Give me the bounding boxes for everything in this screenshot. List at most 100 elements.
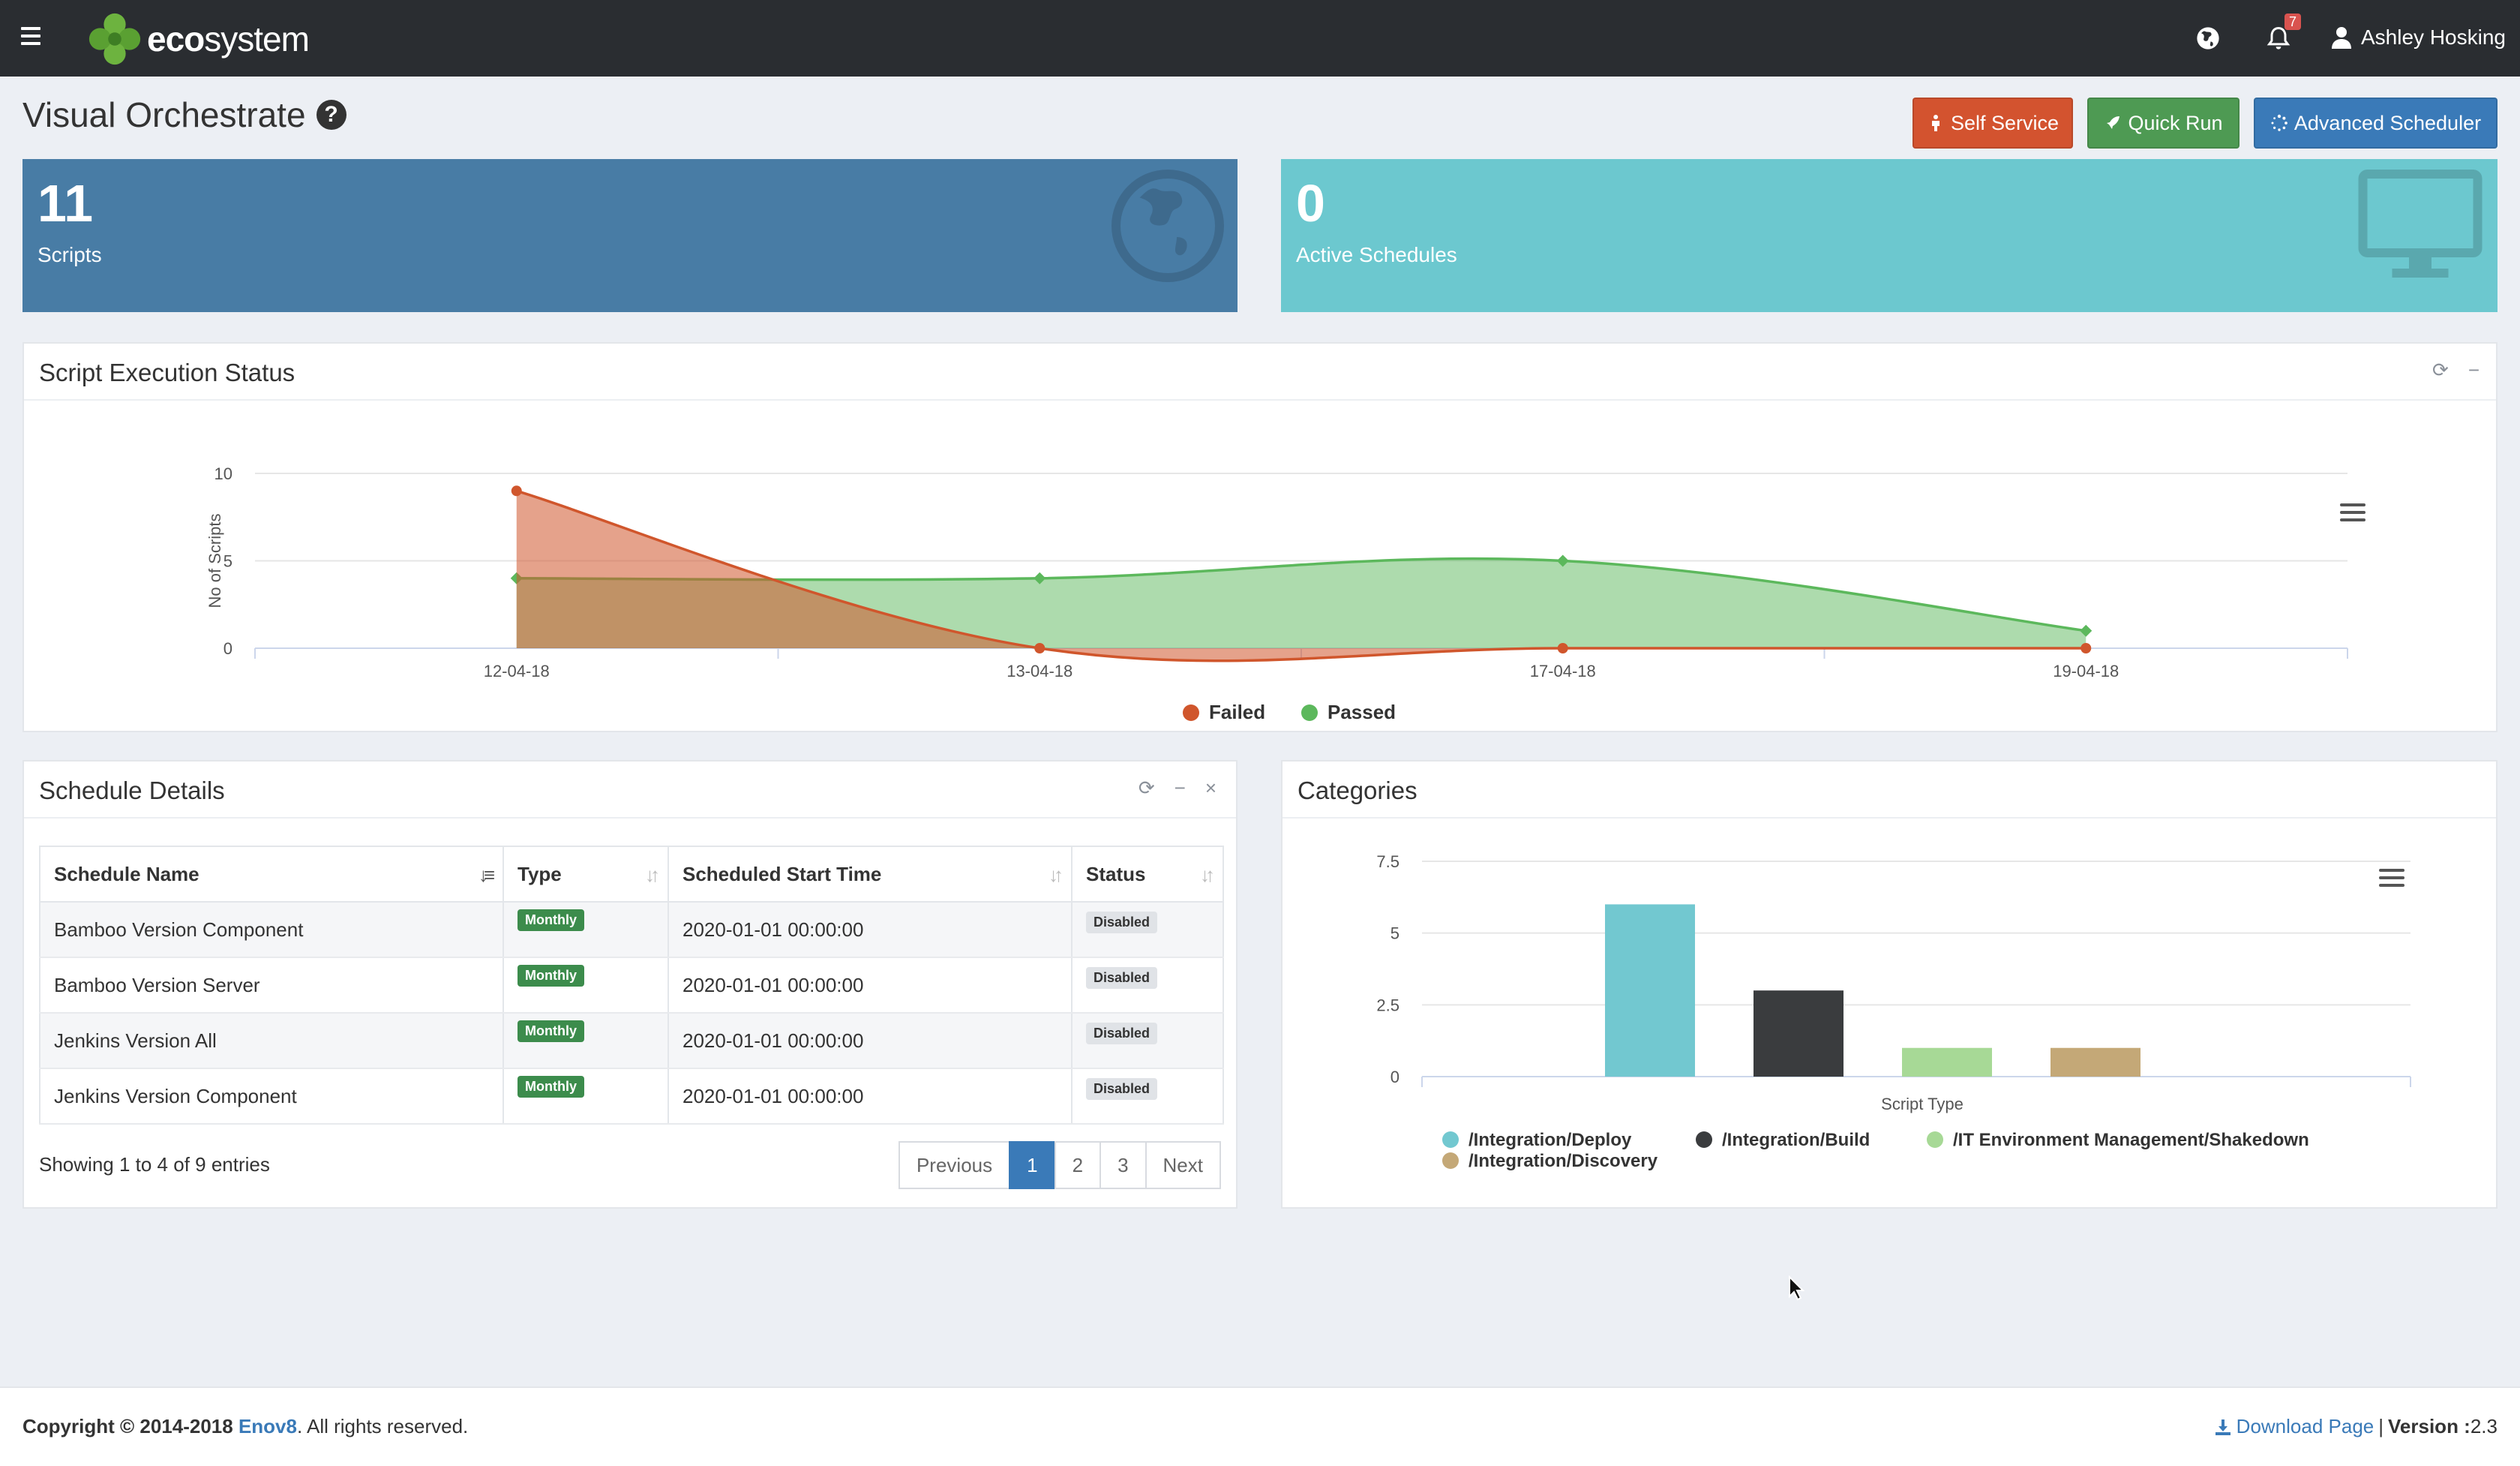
company-link[interactable]: Enov8 <box>238 1415 297 1437</box>
status-badge: Disabled <box>1086 966 1158 989</box>
type-badge: Monthly <box>518 909 584 931</box>
status-badge: Disabled <box>1086 1022 1158 1044</box>
y-tick-label: 0 <box>1390 1068 1400 1086</box>
point-failed <box>511 485 522 497</box>
quick-run-button[interactable]: Quick Run <box>2087 98 2240 149</box>
legend-marker <box>1183 704 1199 721</box>
status-cell: Disabled <box>1071 1068 1224 1125</box>
legend-marker <box>1442 1152 1459 1169</box>
sort-desc-icon[interactable]: ↓≡ <box>478 864 495 887</box>
panel-divider <box>24 817 1236 819</box>
spinner-icon <box>2271 114 2288 131</box>
close-icon[interactable]: × <box>1205 777 1216 800</box>
column-header-status[interactable]: Status ↓↑ <box>1071 846 1224 903</box>
status-cell: Disabled <box>1071 1013 1224 1069</box>
page-3-button[interactable]: 3 <box>1100 1141 1147 1189</box>
y-tick-label: 0 <box>224 639 232 658</box>
start-time-cell: 2020-01-01 00:00:00 <box>668 1013 1072 1069</box>
legend-label: /Integration/Discovery <box>1468 1151 1658 1171</box>
categories-panel: Categories 0 2.5 5 7.5 Script Type/Integrati… <box>1281 760 2498 1209</box>
status-badge: Disabled <box>1086 911 1158 933</box>
type-badge: Monthly <box>518 1020 584 1042</box>
column-header-schedule-name[interactable]: Schedule Name ↓≡ <box>39 846 504 903</box>
active-schedules-stat-box[interactable]: 0 Active Schedules <box>1281 159 2498 312</box>
scripts-count: 11 <box>38 174 93 233</box>
globe-icon[interactable] <box>2194 25 2222 52</box>
copyright: Copyright © 2014-2018 Enov8. All rights … <box>22 1415 469 1437</box>
y-tick-label: 5 <box>1390 924 1400 943</box>
legend-item-failed: Failed <box>1183 701 1265 723</box>
start-time-cell: 2020-01-01 00:00:00 <box>668 1068 1072 1125</box>
page-1-button[interactable]: 1 <box>1009 1141 1056 1189</box>
user-menu[interactable]: Ashley Hosking <box>2331 26 2506 50</box>
y-tick-label: 2.5 <box>1376 996 1400 1014</box>
script-execution-panel: Script Execution Status ⟳ − 0 5 10 12-04-18… <box>22 342 2498 732</box>
x-tick-label: 17-04-18 <box>1530 662 1596 680</box>
refresh-icon[interactable]: ⟳ <box>1138 777 1155 800</box>
table-row[interactable]: Jenkins Version All Monthly 2020-01-01 00:… <box>39 1013 1224 1069</box>
table-row[interactable]: Bamboo Version Server Monthly 2020-01-01 0… <box>39 957 1224 1014</box>
column-header-start-time[interactable]: Scheduled Start Time ↓↑ <box>668 846 1072 903</box>
refresh-icon[interactable]: ⟳ <box>2432 359 2449 382</box>
collapse-icon[interactable]: − <box>1174 777 1186 800</box>
scripts-label: Scripts <box>38 243 102 266</box>
type-cell: Monthly <box>502 1068 669 1125</box>
pagination: Previous 1 2 3 Next <box>898 1141 1221 1189</box>
chart-menu-icon[interactable] <box>2340 503 2366 521</box>
legend-label: /Integration/Build <box>1722 1130 1870 1150</box>
schedule-table: Schedule Name ↓≡ Type ↓↑ Scheduled Start T… <box>39 846 1224 1125</box>
page-2-button[interactable]: 2 <box>1054 1141 1102 1189</box>
legend-label: /Integration/Deploy <box>1468 1130 1632 1150</box>
legend-item-passed: Passed <box>1301 701 1396 723</box>
schedule-name-cell: Bamboo Version Server <box>39 957 504 1014</box>
hamburger-menu-icon[interactable] <box>21 27 40 48</box>
table-header-row: Schedule Name ↓≡ Type ↓↑ Scheduled Start T… <box>39 846 1224 903</box>
table-info: Showing 1 to 4 of 9 entries <box>39 1153 270 1176</box>
legend-marker <box>1696 1131 1712 1148</box>
previous-page-button[interactable]: Previous <box>898 1141 1011 1189</box>
panel-title: Schedule Details <box>39 777 225 804</box>
chart-menu-icon[interactable] <box>2379 869 2404 887</box>
page-title: Visual Orchestrate ? <box>22 95 346 135</box>
help-icon[interactable]: ? <box>316 100 346 130</box>
type-cell: Monthly <box>502 902 669 958</box>
bar <box>1902 1047 1992 1077</box>
point-failed <box>1034 643 1046 653</box>
globe-icon <box>1112 170 1224 282</box>
sort-icon[interactable]: ↓↑ <box>1200 864 1215 887</box>
self-service-label: Self Service <box>1950 111 2060 134</box>
app-logo[interactable]: ecosystem <box>86 9 310 69</box>
scripts-stat-box[interactable]: 11 Scripts <box>22 159 1238 312</box>
self-service-button[interactable]: Self Service <box>1912 98 2073 149</box>
type-badge: Monthly <box>518 1075 584 1098</box>
panel-tools: ⟳ − × <box>1138 777 1216 800</box>
version-value: 2.3 <box>2470 1415 2498 1437</box>
sort-icon[interactable]: ↓↑ <box>1048 864 1064 887</box>
table-row[interactable]: Jenkins Version Component Monthly 2020-01-… <box>39 1068 1224 1125</box>
type-badge: Monthly <box>518 964 584 987</box>
categories-bar-chart: 0 2.5 5 7.5 Script Type/Integration/Deploy/I… <box>1376 852 2411 1171</box>
legend-label: Failed <box>1209 701 1265 723</box>
next-page-button[interactable]: Next <box>1144 1141 1221 1189</box>
legend-item: /IT Environment Management/Shakedown <box>1927 1130 2309 1150</box>
footer: Copyright © 2014-2018 Enov8. All rights … <box>0 1386 2520 1466</box>
status-cell: Disabled <box>1071 957 1224 1014</box>
download-page-link[interactable]: Download Page <box>2214 1415 2374 1438</box>
advanced-scheduler-label: Advanced Scheduler <box>2294 111 2482 134</box>
top-navbar: ecosystem 7 Ashley Hosking <box>0 0 2520 77</box>
version-label: Version : <box>2388 1415 2470 1437</box>
bar <box>1605 904 1695 1077</box>
quick-run-label: Quick Run <box>2128 111 2223 134</box>
advanced-scheduler-button[interactable]: Advanced Scheduler <box>2254 98 2498 149</box>
table-row[interactable]: Bamboo Version Component Monthly 2020-01-0… <box>39 902 1224 958</box>
x-tick-label: 19-04-18 <box>2053 662 2119 680</box>
y-tick-label: 5 <box>224 552 232 571</box>
legend-item: /Integration/Discovery <box>1442 1151 1658 1171</box>
schedules-label: Active Schedules <box>1296 243 1457 266</box>
column-header-type[interactable]: Type ↓↑ <box>502 846 669 903</box>
sort-icon[interactable]: ↓↑ <box>645 864 660 887</box>
legend-marker <box>1927 1131 1943 1148</box>
notification-badge: 7 <box>2284 14 2302 30</box>
collapse-icon[interactable]: − <box>2468 359 2480 382</box>
user-name: Ashley Hosking <box>2361 26 2506 49</box>
